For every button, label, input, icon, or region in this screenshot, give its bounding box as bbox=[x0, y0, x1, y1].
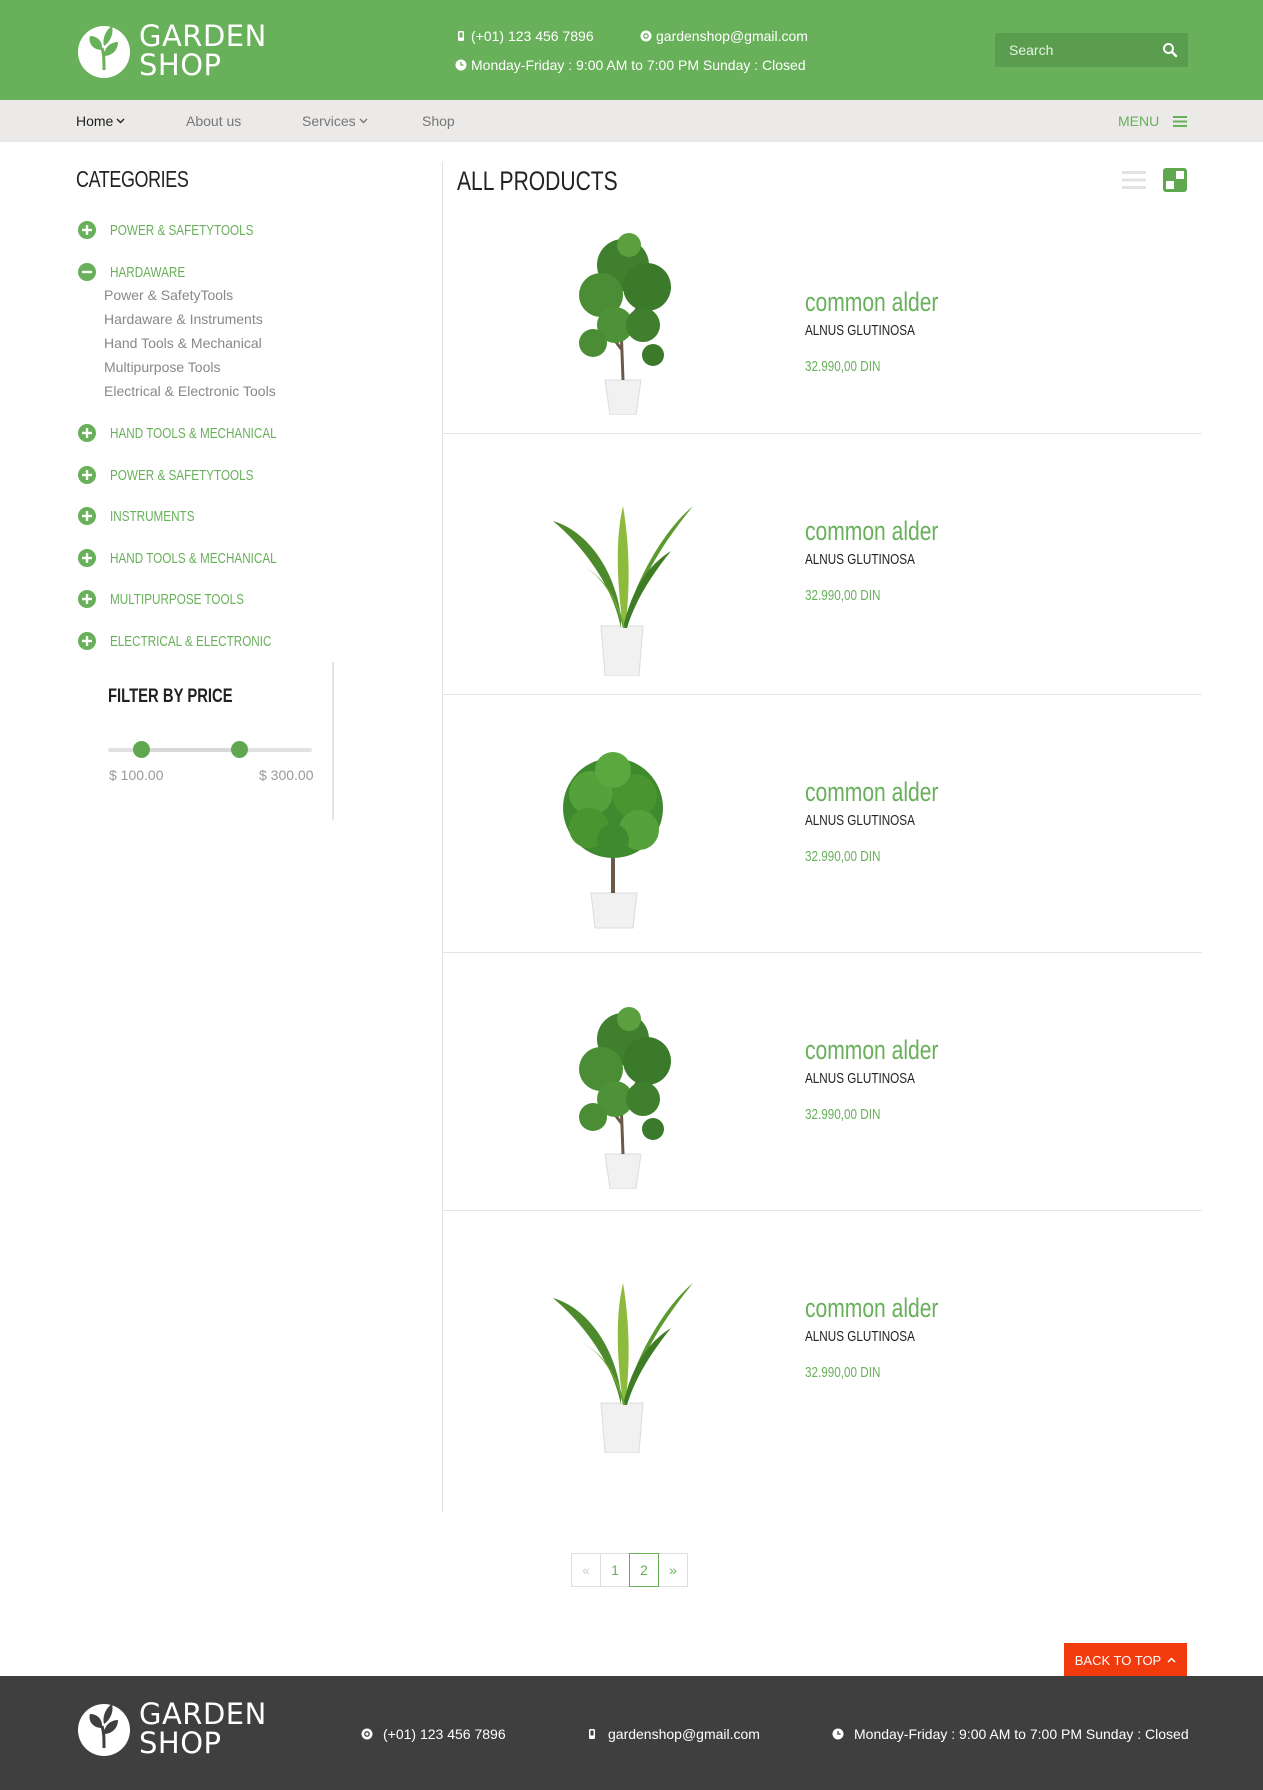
nav-item-services[interactable]: Services bbox=[302, 113, 368, 129]
product-latin-name: ALNUS GLUTINOSA bbox=[805, 812, 915, 829]
email-icon bbox=[640, 30, 652, 42]
header-email[interactable]: gardenshop@gmail.com bbox=[640, 28, 808, 44]
subcategory-link[interactable]: Hardaware & Instruments bbox=[104, 311, 263, 327]
clock-icon bbox=[832, 1728, 844, 1740]
search-box bbox=[995, 33, 1188, 67]
product-row[interactable]: common alder ALNUS GLUTINOSA 32.990,00 D… bbox=[443, 434, 1202, 695]
plus-circle-icon[interactable] bbox=[78, 590, 96, 608]
subcategory-link[interactable]: Electrical & Electronic Tools bbox=[104, 383, 276, 399]
product-name[interactable]: common alder bbox=[805, 1293, 938, 1324]
phone-icon bbox=[589, 1729, 595, 1739]
subcategory-link[interactable]: Power & SafetyTools bbox=[104, 287, 233, 303]
product-name[interactable]: common alder bbox=[805, 777, 938, 808]
bushy-tree-image[interactable] bbox=[531, 748, 691, 938]
price-slider-track[interactable] bbox=[108, 741, 312, 758]
product-price: 32.990,00 DIN bbox=[805, 587, 881, 604]
subcategory-link[interactable]: Multipurpose Tools bbox=[104, 359, 220, 375]
grid-view-icon[interactable] bbox=[1163, 168, 1187, 192]
price-min-handle[interactable] bbox=[132, 741, 150, 758]
plus-circle-icon[interactable] bbox=[78, 221, 96, 239]
product-row[interactable]: common alder ALNUS GLUTINOSA 32.990,00 D… bbox=[443, 695, 1202, 953]
page-title: ALL PRODUCTS bbox=[457, 166, 618, 196]
categories-title: CATEGORIES bbox=[76, 166, 189, 192]
product-price: 32.990,00 DIN bbox=[805, 1364, 881, 1381]
price-filter: FILTER BY PRICE $ 100.00 $ 300.00 bbox=[76, 662, 334, 820]
plus-circle-icon[interactable] bbox=[78, 424, 96, 442]
footer-logo[interactable]: GARDEN SHOP bbox=[76, 1698, 276, 1760]
footer-email[interactable]: gardenshop@gmail.com bbox=[586, 1726, 760, 1742]
chevron-up-icon bbox=[1167, 1657, 1176, 1663]
plus-circle-icon[interactable] bbox=[78, 632, 96, 650]
subcategory-link[interactable]: Hand Tools & Mechanical bbox=[104, 335, 262, 351]
header-phone: (+01) 123 456 7896 bbox=[455, 28, 594, 44]
header-hours: Monday-Friday : 9:00 AM to 7:00 PM Sunda… bbox=[455, 57, 806, 73]
footer: GARDEN SHOP (+01) 123 456 7896 gardensho… bbox=[0, 1676, 1263, 1790]
chevron-down-icon bbox=[359, 118, 368, 124]
price-max-label: $ 300.00 bbox=[259, 767, 314, 783]
chevron-down-icon bbox=[116, 118, 125, 124]
search-icon[interactable] bbox=[1162, 42, 1178, 58]
footer-hours: Monday-Friday : 9:00 AM to 7:00 PM Sunda… bbox=[832, 1726, 1189, 1742]
pagination-page[interactable]: 1 bbox=[600, 1553, 630, 1587]
price-min-label: $ 100.00 bbox=[109, 767, 164, 783]
main-nav: Home About us Services Shop MENU bbox=[0, 100, 1263, 142]
plus-circle-icon[interactable] bbox=[78, 466, 96, 484]
phone-icon bbox=[458, 31, 464, 41]
product-price: 32.990,00 DIN bbox=[805, 358, 881, 375]
hamburger-icon bbox=[1173, 116, 1188, 127]
nav-item-shop[interactable]: Shop bbox=[422, 113, 455, 129]
pagination: « 1 2 » bbox=[571, 1553, 688, 1587]
pagination-next[interactable]: » bbox=[658, 1553, 688, 1587]
product-row[interactable]: common alder ALNUS GLUTINOSA 32.990,00 D… bbox=[443, 1211, 1202, 1511]
dracaena-image[interactable] bbox=[543, 486, 703, 676]
pagination-page-current[interactable]: 2 bbox=[629, 1553, 659, 1587]
product-latin-name: ALNUS GLUTINOSA bbox=[805, 1070, 915, 1087]
plus-circle-icon[interactable] bbox=[78, 507, 96, 525]
plus-circle-icon[interactable] bbox=[78, 549, 96, 567]
price-max-handle[interactable] bbox=[230, 741, 248, 758]
product-name[interactable]: common alder bbox=[805, 287, 938, 318]
back-to-top-button[interactable]: BACK TO TOP bbox=[1064, 1643, 1187, 1677]
product-price: 32.990,00 DIN bbox=[805, 848, 881, 865]
logo-wordmark: GARDEN SHOP bbox=[139, 1697, 267, 1760]
menu-button[interactable]: MENU bbox=[1118, 113, 1188, 129]
nav-item-about[interactable]: About us bbox=[186, 113, 241, 129]
product-price: 32.990,00 DIN bbox=[805, 1106, 881, 1123]
filter-title: FILTER BY PRICE bbox=[108, 686, 233, 707]
price-slider-range bbox=[140, 748, 239, 752]
clock-icon bbox=[455, 59, 467, 71]
product-row[interactable]: common alder ALNUS GLUTINOSA 32.990,00 D… bbox=[443, 205, 1202, 434]
product-latin-name: ALNUS GLUTINOSA bbox=[805, 1328, 915, 1345]
pine-tree-image[interactable] bbox=[543, 999, 703, 1189]
product-latin-name: ALNUS GLUTINOSA bbox=[805, 551, 915, 568]
target-icon bbox=[361, 1728, 373, 1740]
logo-wordmark: GARDEN SHOP bbox=[139, 19, 267, 82]
site-logo[interactable]: GARDEN SHOP bbox=[76, 20, 276, 82]
footer-phone: (+01) 123 456 7896 bbox=[361, 1726, 506, 1742]
pagination-prev[interactable]: « bbox=[571, 1553, 601, 1587]
search-input[interactable] bbox=[995, 33, 1155, 67]
pine-tree-image[interactable] bbox=[543, 225, 703, 415]
product-name[interactable]: common alder bbox=[805, 516, 938, 547]
product-latin-name: ALNUS GLUTINOSA bbox=[805, 322, 915, 339]
minus-circle-icon[interactable] bbox=[78, 263, 96, 281]
top-header: GARDEN SHOP (+01) 123 456 7896 gardensho… bbox=[0, 0, 1263, 100]
product-row[interactable]: common alder ALNUS GLUTINOSA 32.990,00 D… bbox=[443, 953, 1202, 1211]
product-name[interactable]: common alder bbox=[805, 1035, 938, 1066]
nav-item-home[interactable]: Home bbox=[76, 113, 125, 129]
dracaena-image[interactable] bbox=[543, 1263, 703, 1453]
leaf-logo-icon bbox=[78, 1704, 130, 1756]
leaf-logo-icon bbox=[78, 26, 130, 78]
list-view-icon[interactable] bbox=[1122, 170, 1146, 190]
